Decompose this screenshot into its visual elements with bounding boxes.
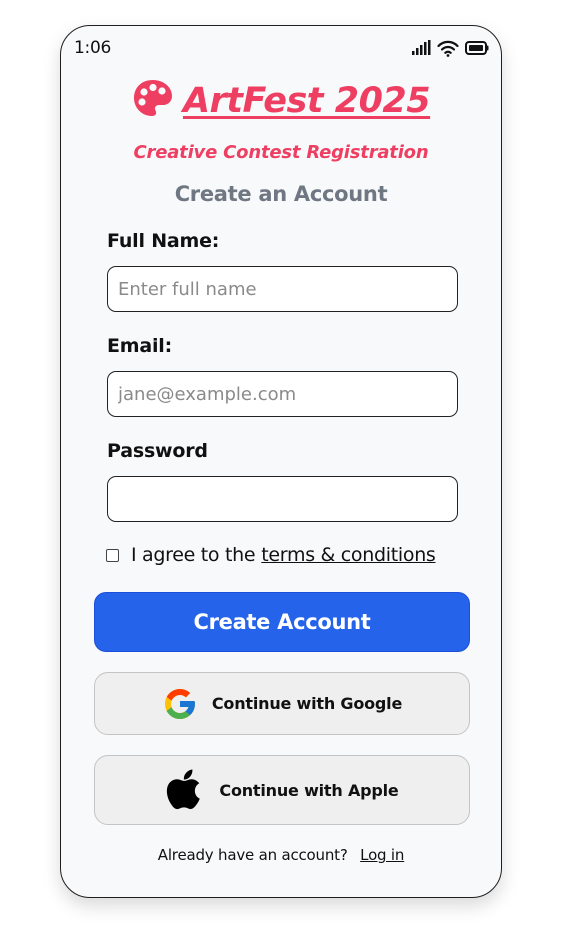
create-account-button[interactable]: Create Account — [94, 592, 470, 652]
terms-agreement: I agree to the terms & conditions — [106, 544, 436, 566]
terms-text: I agree to the — [131, 544, 256, 566]
signal-icon — [412, 40, 431, 55]
wifi-icon — [437, 40, 459, 57]
app-title-text: ArtFest 2025 — [182, 81, 431, 121]
full-name-label: Full Name: — [107, 230, 220, 252]
page-heading: Create an Account — [174, 182, 388, 206]
apple-icon — [167, 769, 201, 810]
terms-checkbox[interactable] — [106, 548, 119, 562]
app-title: ArtFest 2025 — [61, 78, 501, 121]
login-prompt: Already have an account? Log in — [61, 846, 501, 864]
google-icon — [164, 688, 195, 719]
login-prompt-text: Already have an account? — [157, 846, 348, 864]
email-input[interactable] — [107, 371, 458, 417]
full-name-input[interactable] — [107, 266, 458, 312]
battery-icon — [465, 41, 489, 55]
palette-icon — [133, 80, 172, 116]
login-link[interactable]: Log in — [360, 846, 404, 864]
status-icons — [411, 38, 489, 58]
password-label: Password — [107, 440, 208, 462]
subtitle: Creative Contest Registration — [133, 142, 429, 163]
google-button-label: Continue with Google — [211, 694, 403, 713]
email-label: Email: — [107, 335, 173, 357]
status-time: 1:06 — [74, 38, 111, 58]
password-input[interactable] — [107, 476, 458, 522]
terms-link[interactable]: terms & conditions — [261, 544, 436, 566]
phone-frame: 1:06 ArtFest 2025 Creative Contest Regis… — [60, 25, 502, 898]
google-signin-button[interactable]: Continue with Google — [94, 672, 470, 735]
apple-button-label: Continue with Apple — [219, 780, 399, 800]
apple-signin-button[interactable]: Continue with Apple — [94, 755, 470, 825]
